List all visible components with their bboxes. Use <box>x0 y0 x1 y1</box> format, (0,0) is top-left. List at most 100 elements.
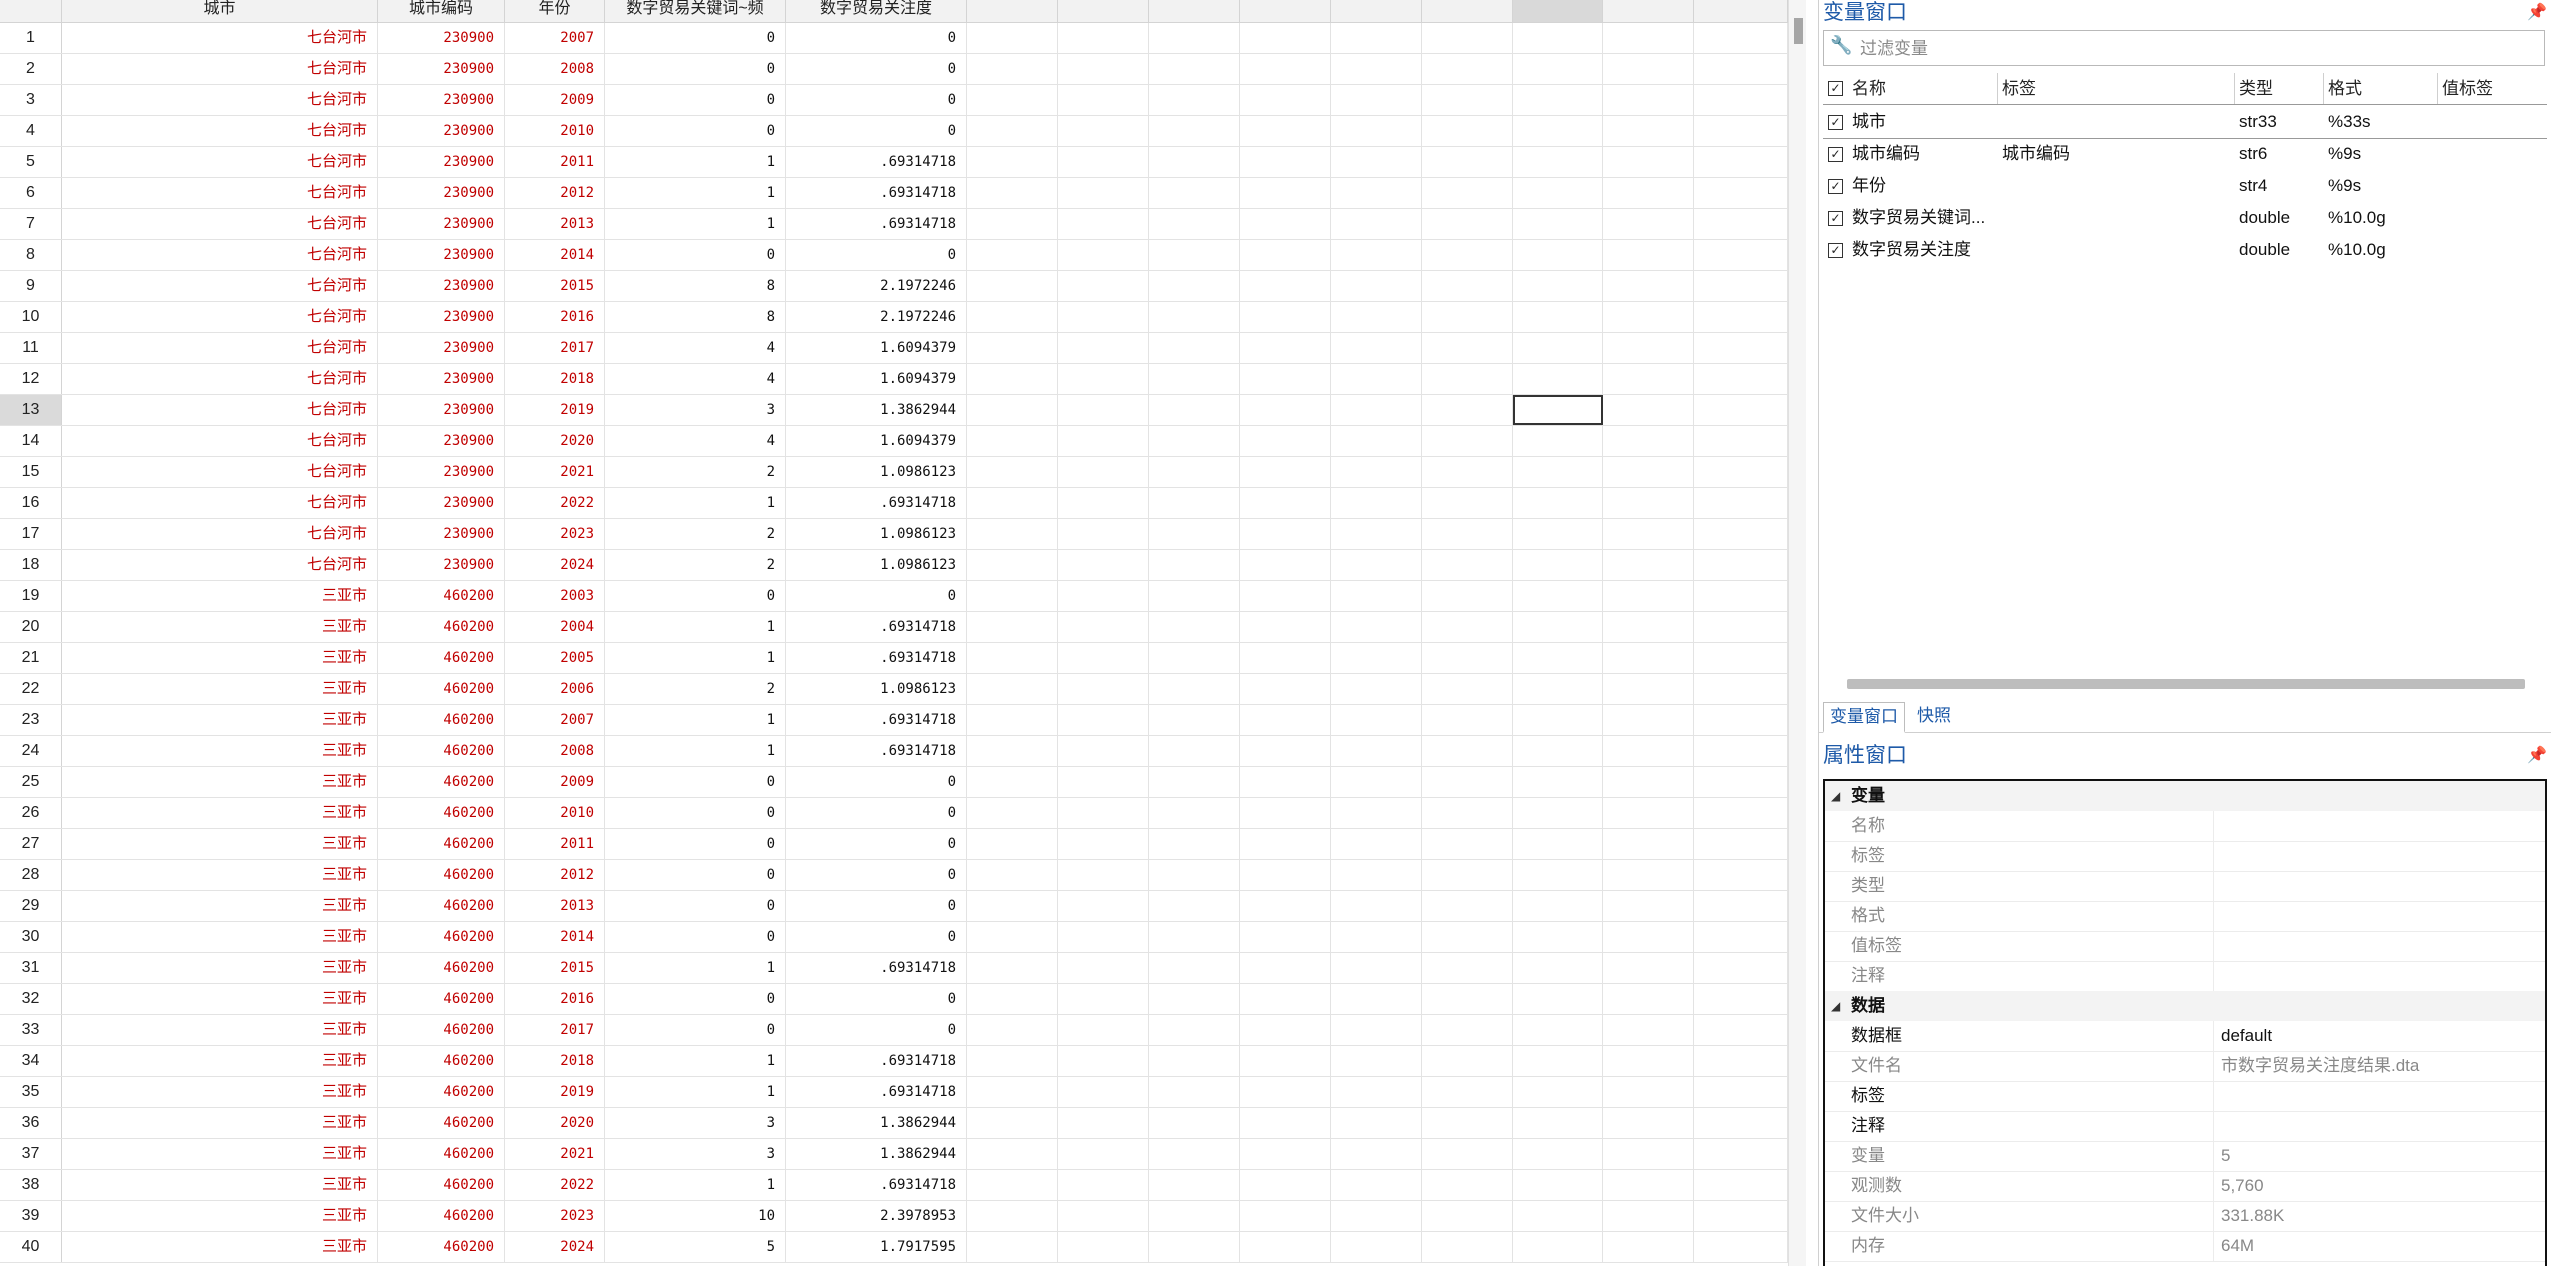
empty-cell[interactable] <box>1603 1232 1694 1262</box>
row-number[interactable]: 22 <box>0 674 62 704</box>
property-row[interactable]: 格式 <box>1825 901 2545 932</box>
empty-cell[interactable] <box>1240 1232 1331 1262</box>
cell-city[interactable]: 三亚市 <box>62 674 378 704</box>
empty-cell[interactable] <box>967 519 1058 549</box>
empty-cell[interactable] <box>1694 23 1788 53</box>
empty-cell[interactable] <box>1422 426 1513 456</box>
empty-cell[interactable] <box>1513 984 1603 1014</box>
table-row[interactable]: 5 七台河市 230900 2011 1.69314718 <box>0 147 1806 178</box>
cell-year[interactable]: 2018 <box>505 1046 605 1076</box>
cell-city[interactable]: 三亚市 <box>62 798 378 828</box>
empty-cell[interactable] <box>1422 240 1513 270</box>
empty-cell[interactable] <box>1240 1170 1331 1200</box>
cell-city-code[interactable]: 460200 <box>378 612 505 642</box>
empty-cell[interactable] <box>1694 488 1788 518</box>
empty-cell[interactable] <box>1694 736 1788 766</box>
empty-cell[interactable] <box>1331 488 1422 518</box>
empty-cell[interactable] <box>1058 1201 1149 1231</box>
cell-keyword-freq[interactable]: 0 <box>605 23 786 53</box>
empty-cell[interactable] <box>1422 302 1513 332</box>
cell-attention[interactable]: 0 <box>786 54 967 84</box>
table-row[interactable]: 21 三亚市 460200 2005 1.69314718 <box>0 643 1806 674</box>
table-row[interactable]: 28 三亚市 460200 2012 0 0 <box>0 860 1806 891</box>
cell-city-code[interactable]: 460200 <box>378 1139 505 1169</box>
cell-year[interactable]: 2023 <box>505 519 605 549</box>
row-number[interactable]: 23 <box>0 705 62 735</box>
empty-cell[interactable] <box>1331 116 1422 146</box>
cell-city[interactable]: 七台河市 <box>62 519 378 549</box>
empty-cell[interactable] <box>1422 1046 1513 1076</box>
empty-cell[interactable] <box>1149 395 1240 425</box>
cell-city[interactable]: 七台河市 <box>62 333 378 363</box>
cell-attention[interactable]: .69314718 <box>786 147 967 177</box>
empty-cell[interactable] <box>967 147 1058 177</box>
row-number[interactable]: 8 <box>0 240 62 270</box>
empty-cell[interactable] <box>1422 581 1513 611</box>
table-row[interactable]: 12 七台河市 230900 2018 4 1.6094379 <box>0 364 1806 395</box>
empty-cell[interactable] <box>967 54 1058 84</box>
cell-attention[interactable]: 1.6094379 <box>786 333 967 363</box>
col-header-keyword-freq[interactable]: 数字贸易关键词~频 <box>605 0 786 22</box>
empty-cell[interactable] <box>1694 271 1788 301</box>
property-value[interactable]: default <box>2221 1021 2272 1051</box>
cell-year[interactable]: 2003 <box>505 581 605 611</box>
empty-cell[interactable] <box>1149 1232 1240 1262</box>
empty-cell[interactable] <box>1058 147 1149 177</box>
table-row[interactable]: 3 七台河市 230900 2009 0 0 <box>0 85 1806 116</box>
empty-cell[interactable] <box>1513 271 1603 301</box>
row-number[interactable]: 30 <box>0 922 62 952</box>
empty-cell[interactable] <box>1513 1232 1603 1262</box>
empty-cell[interactable] <box>1603 612 1694 642</box>
empty-cell[interactable] <box>1058 736 1149 766</box>
empty-cell[interactable] <box>1603 860 1694 890</box>
table-row[interactable]: 25 三亚市 460200 2009 0 0 <box>0 767 1806 798</box>
empty-cell[interactable] <box>1058 705 1149 735</box>
empty-cell[interactable] <box>1240 550 1331 580</box>
row-number[interactable]: 6 <box>0 178 62 208</box>
empty-cell[interactable] <box>967 457 1058 487</box>
empty-cell[interactable] <box>1422 1015 1513 1045</box>
table-row[interactable]: 31 三亚市 460200 2015 1.69314718 <box>0 953 1806 984</box>
cell-attention[interactable]: 0 <box>786 922 967 952</box>
empty-cell[interactable] <box>1694 54 1788 84</box>
empty-cell[interactable] <box>1422 891 1513 921</box>
cell-city-code[interactable]: 230900 <box>378 240 505 270</box>
empty-cell[interactable] <box>1058 612 1149 642</box>
empty-cell[interactable] <box>1603 1077 1694 1107</box>
cell-city[interactable]: 七台河市 <box>62 426 378 456</box>
empty-cell[interactable] <box>1603 364 1694 394</box>
empty-cell[interactable] <box>1240 178 1331 208</box>
empty-cell[interactable] <box>1058 860 1149 890</box>
property-value[interactable]: 5,760 <box>2221 1171 2264 1201</box>
empty-cell[interactable] <box>1422 1201 1513 1231</box>
cell-year[interactable]: 2020 <box>505 1108 605 1138</box>
row-number[interactable]: 14 <box>0 426 62 456</box>
empty-cell[interactable] <box>1513 54 1603 84</box>
empty-cell[interactable] <box>1331 1139 1422 1169</box>
col-header-empty[interactable] <box>1240 0 1331 22</box>
empty-cell[interactable] <box>1240 209 1331 239</box>
row-number[interactable]: 12 <box>0 364 62 394</box>
empty-cell[interactable] <box>1240 736 1331 766</box>
empty-cell[interactable] <box>967 333 1058 363</box>
empty-cell[interactable] <box>1513 674 1603 704</box>
empty-cell[interactable] <box>1240 1108 1331 1138</box>
empty-cell[interactable] <box>1513 1201 1603 1231</box>
empty-cell[interactable] <box>967 581 1058 611</box>
section-data[interactable]: ◢ 数据 <box>1825 991 2545 1021</box>
empty-cell[interactable] <box>1694 116 1788 146</box>
empty-cell[interactable] <box>967 1046 1058 1076</box>
row-number[interactable]: 9 <box>0 271 62 301</box>
row-number[interactable]: 33 <box>0 1015 62 1045</box>
empty-cell[interactable] <box>1240 1046 1331 1076</box>
empty-cell[interactable] <box>1603 736 1694 766</box>
cell-city-code[interactable]: 230900 <box>378 364 505 394</box>
empty-cell[interactable] <box>1149 891 1240 921</box>
table-row[interactable]: 39 三亚市 460200 2023 10 2.3978953 <box>0 1201 1806 1232</box>
row-number[interactable]: 25 <box>0 767 62 797</box>
empty-cell[interactable] <box>967 488 1058 518</box>
cell-keyword-freq[interactable]: 0 <box>605 829 786 859</box>
row-number[interactable]: 1 <box>0 23 62 53</box>
empty-cell[interactable] <box>1513 85 1603 115</box>
empty-cell[interactable] <box>1149 209 1240 239</box>
